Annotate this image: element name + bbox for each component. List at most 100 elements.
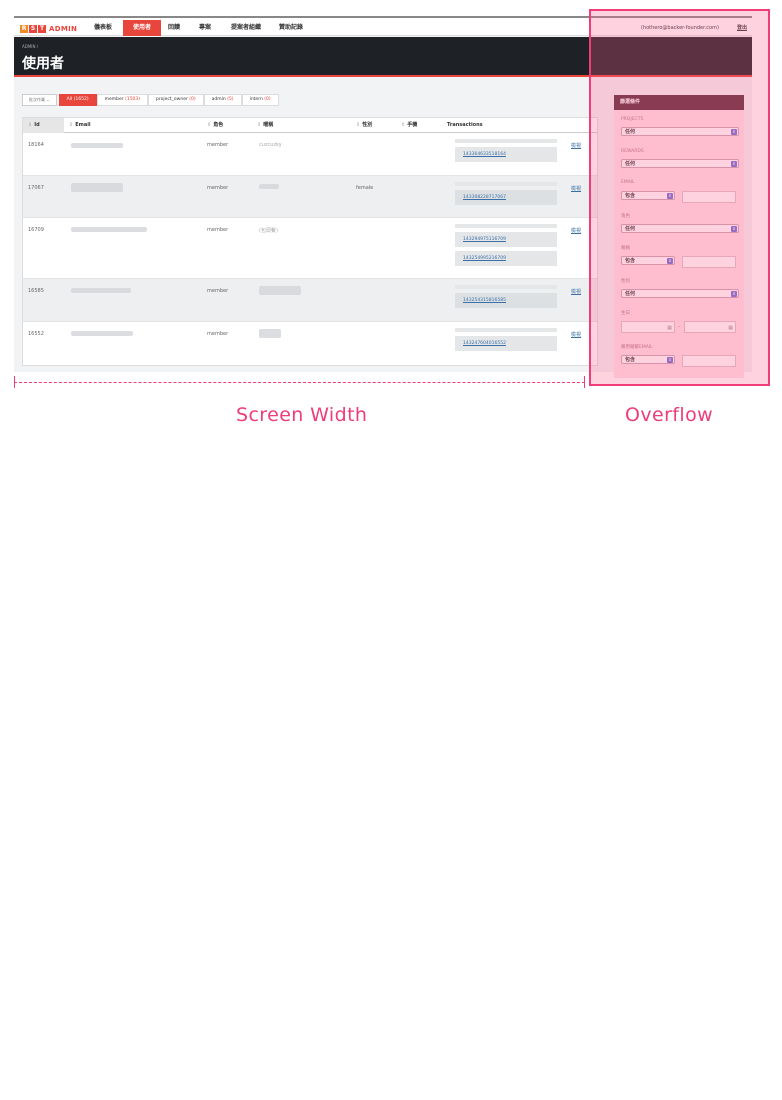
- tab-member[interactable]: member (1503): [96, 94, 149, 106]
- view-user-link[interactable]: 檢視: [571, 331, 581, 338]
- transactions-cell: 143247604016552: [455, 328, 557, 351]
- tab-label: admin: [211, 97, 226, 102]
- sort-icon: ⇕: [401, 122, 406, 128]
- column-header-id[interactable]: ⇕ Id: [28, 118, 40, 133]
- cell-id: 16585: [28, 288, 44, 294]
- cell-role: member: [207, 185, 229, 191]
- column-header-transactions: Transactions: [447, 122, 483, 128]
- column-header-email[interactable]: ⇕ Email: [69, 118, 91, 133]
- nav-item-sponsorships[interactable]: 贊助記錄: [273, 20, 309, 36]
- cell-id: 18164: [28, 142, 44, 148]
- table-row: 16709 member (包頭鬢) 143294975116709 143254…: [23, 218, 597, 279]
- app-logo[interactable]: R S T ADMIN: [20, 23, 77, 35]
- ruler-line: [14, 382, 585, 383]
- sort-icon: ⇕: [356, 122, 361, 128]
- transaction-link[interactable]: 143247604016552: [455, 336, 557, 351]
- tab-project-owner[interactable]: project_owner (0): [148, 94, 204, 106]
- transaction-link[interactable]: 143364633518164: [455, 147, 557, 162]
- column-header-role[interactable]: ⇕ 角色: [207, 118, 223, 133]
- cell-email-redacted: [71, 288, 131, 293]
- transaction-link[interactable]: 143294975116709: [455, 232, 557, 247]
- column-label: Id: [34, 122, 40, 128]
- column-header-nickname[interactable]: ⇕ 暱稱: [257, 118, 273, 133]
- screen-width-ruler: [14, 376, 585, 388]
- cell-email-redacted: [71, 331, 133, 336]
- cell-nickname-redacted: [259, 184, 279, 189]
- tab-count: (0): [189, 97, 196, 102]
- transaction-link[interactable]: 143254995216709: [455, 251, 557, 266]
- cell-email-redacted: [71, 183, 123, 192]
- page-title: 使用者: [22, 56, 64, 72]
- column-label: Email: [75, 122, 91, 128]
- view-user-link[interactable]: 檢視: [571, 288, 581, 295]
- transaction-bar: [455, 182, 557, 186]
- column-label: 性別: [362, 122, 373, 128]
- column-label: 暱稱: [263, 122, 274, 128]
- tab-count: (1652): [73, 97, 89, 102]
- table-header: ⇕ Id ⇕ Email ⇕ 角色 ⇕ 暱稱 ⇕ 性別 ⇕ 手機 Transactions: [23, 118, 597, 133]
- column-header-gender[interactable]: ⇕ 性別: [356, 118, 372, 133]
- cell-id: 16709: [28, 227, 44, 233]
- transaction-link[interactable]: 143308228717067: [455, 190, 557, 205]
- sort-icon: ⇕: [69, 122, 74, 128]
- transactions-cell: 143308228717067: [455, 182, 557, 205]
- column-label: 手機: [407, 122, 418, 128]
- users-table: ⇕ Id ⇕ Email ⇕ 角色 ⇕ 暱稱 ⇕ 性別 ⇕ 手機 Transactions …: [22, 117, 598, 366]
- cell-role: member: [207, 227, 229, 233]
- tab-count: (0): [264, 97, 271, 102]
- cell-email-redacted: [71, 227, 147, 232]
- ruler-tick: [584, 376, 585, 388]
- transaction-bar: [455, 328, 557, 332]
- cell-nickname: cuzcuzky: [259, 142, 282, 148]
- tab-label: member: [104, 97, 124, 102]
- transactions-cell: 143254315816585: [455, 285, 557, 308]
- view-user-link[interactable]: 檢視: [571, 142, 581, 149]
- table-row: 18164 member cuzcuzky 143364633518164 檢視: [23, 133, 597, 176]
- tab-count: (1503): [125, 97, 141, 102]
- transaction-bar: [455, 224, 557, 228]
- screen-width-caption: Screen Width: [236, 404, 368, 426]
- cell-id: 17067: [28, 185, 44, 191]
- nav-item-feedback[interactable]: 回饋: [162, 20, 186, 36]
- role-filter-bar: 批次作業 ⌄ All (1652) member (1503) project_…: [22, 94, 279, 106]
- overflow-caption: Overflow: [625, 404, 714, 426]
- cell-nickname-redacted: [259, 329, 281, 338]
- breadcrumb[interactable]: ADMIN /: [22, 44, 38, 49]
- cell-id: 16552: [28, 331, 44, 337]
- transactions-cell: 143294975116709 143254995216709: [455, 224, 557, 266]
- cell-role: member: [207, 331, 229, 337]
- transaction-link[interactable]: 143254315816585: [455, 293, 557, 308]
- cell-role: member: [207, 142, 229, 148]
- transaction-bar: [455, 285, 557, 289]
- logo-letter: R: [20, 25, 28, 33]
- cell-nickname-redacted: [259, 286, 301, 295]
- table-row: 16552 member 143247604016552 檢視: [23, 322, 597, 365]
- cell-role: member: [207, 288, 229, 294]
- logo-letter: S: [29, 25, 37, 33]
- column-header-phone[interactable]: ⇕ 手機: [401, 118, 417, 133]
- table-row: 16585 member 143254315816585 檢視: [23, 279, 597, 322]
- logo-letter: T: [38, 25, 46, 33]
- tab-intern[interactable]: intern (0): [241, 94, 279, 106]
- table-row: 17067 member female 143308228717067 檢視: [23, 176, 597, 218]
- view-user-link[interactable]: 檢視: [571, 185, 581, 192]
- view-user-link[interactable]: 檢視: [571, 227, 581, 234]
- nav-item-users[interactable]: 使用者: [123, 20, 162, 36]
- logo-word: ADMIN: [49, 25, 78, 33]
- nav-item-organizations[interactable]: 提案者組織: [225, 20, 267, 36]
- overflow-highlight: [589, 9, 770, 386]
- nav-item-dashboard[interactable]: 儀表板: [88, 20, 118, 36]
- sort-icon: ⇕: [207, 122, 212, 128]
- tab-all[interactable]: All (1652): [58, 94, 97, 106]
- cell-nickname: (包頭鬢): [259, 228, 278, 234]
- batch-actions-dropdown[interactable]: 批次作業 ⌄: [22, 94, 57, 106]
- transaction-bar: [455, 139, 557, 143]
- transactions-cell: 143364633518164: [455, 139, 557, 162]
- tab-admin[interactable]: admin (5): [203, 94, 242, 106]
- tab-label: project_owner: [156, 97, 188, 102]
- nav-item-projects[interactable]: 專案: [193, 20, 217, 36]
- tab-label: All: [66, 97, 73, 102]
- tab-label: intern: [249, 97, 263, 102]
- cell-gender: female: [356, 185, 374, 191]
- sort-icon: ⇕: [28, 122, 33, 128]
